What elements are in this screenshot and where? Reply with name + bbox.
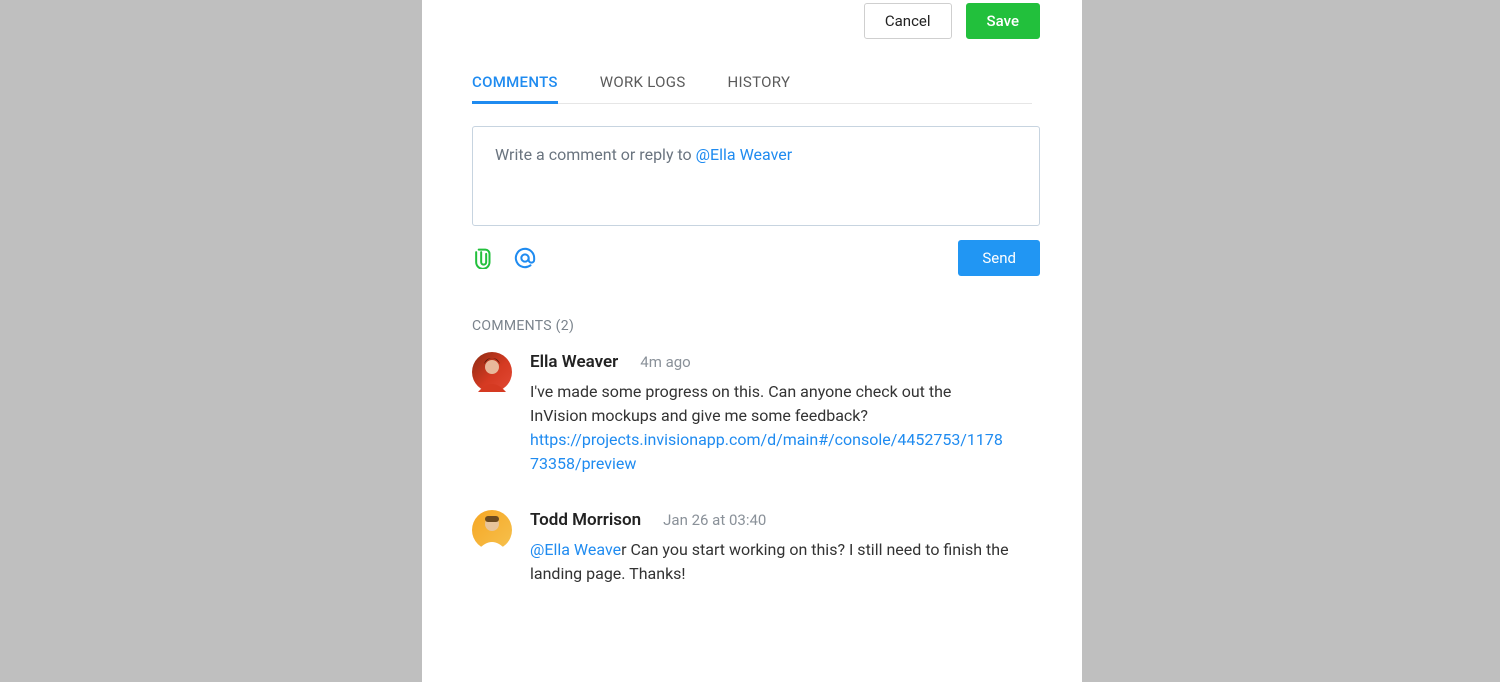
comment-list: Ella Weaver 4m ago I've made some progre… <box>472 352 1040 586</box>
comment-author: Ella Weaver <box>530 352 618 372</box>
action-bar: Cancel Save <box>864 3 1040 39</box>
comment-item: Ella Weaver 4m ago I've made some progre… <box>472 352 1040 476</box>
mention-icon[interactable] <box>514 247 536 269</box>
comment-timestamp: 4m ago <box>640 353 690 371</box>
attachment-icon[interactable] <box>472 247 492 269</box>
comment-body: Ella Weaver 4m ago I've made some progre… <box>530 352 1010 476</box>
comment-header: Todd Morrison Jan 26 at 03:40 <box>530 510 1010 530</box>
comments-header-label: Comments <box>472 318 552 334</box>
comment-body: Todd Morrison Jan 26 at 03:40 @Ella Weav… <box>530 510 1010 586</box>
tab-work-logs[interactable]: Work Logs <box>600 73 686 103</box>
comment-author: Todd Morrison <box>530 510 641 530</box>
comment-input[interactable]: Write a comment or reply to @Ella Weaver <box>472 126 1040 226</box>
avatar <box>472 510 512 550</box>
comment-text-body: I've made some progress on this. Can any… <box>530 382 951 425</box>
tab-history[interactable]: History <box>728 73 791 103</box>
comment-text: I've made some progress on this. Can any… <box>530 380 1010 476</box>
send-button[interactable]: Send <box>958 240 1040 276</box>
content-area: Write a comment or reply to @Ella Weaver <box>472 126 1040 620</box>
comment-text: @Ella Weaver Can you start working on th… <box>530 538 1010 586</box>
cancel-button[interactable]: Cancel <box>864 3 952 39</box>
panel: Cancel Save Comments Work Logs History W… <box>422 0 1082 682</box>
comment-item: Todd Morrison Jan 26 at 03:40 @Ella Weav… <box>472 510 1040 586</box>
composer-toolbar: Send <box>472 240 1040 276</box>
comment-header: Ella Weaver 4m ago <box>530 352 1010 372</box>
comment-placeholder-mention: @Ella Weaver <box>696 145 793 164</box>
comments-count: 2 <box>561 318 569 334</box>
tabs: Comments Work Logs History <box>472 73 1032 104</box>
comment-timestamp: Jan 26 at 03:40 <box>663 511 766 529</box>
avatar <box>472 352 512 392</box>
tab-comments[interactable]: Comments <box>472 73 558 104</box>
comment-mention[interactable]: @Ella Weave <box>530 540 621 559</box>
comment-link[interactable]: https://projects.invisionapp.com/d/main#… <box>530 430 1003 473</box>
save-button[interactable]: Save <box>966 3 1040 39</box>
comment-placeholder-text: Write a comment or reply to <box>495 145 696 164</box>
composer-icons <box>472 247 536 269</box>
comments-section-header: Comments (2) <box>472 318 1040 334</box>
